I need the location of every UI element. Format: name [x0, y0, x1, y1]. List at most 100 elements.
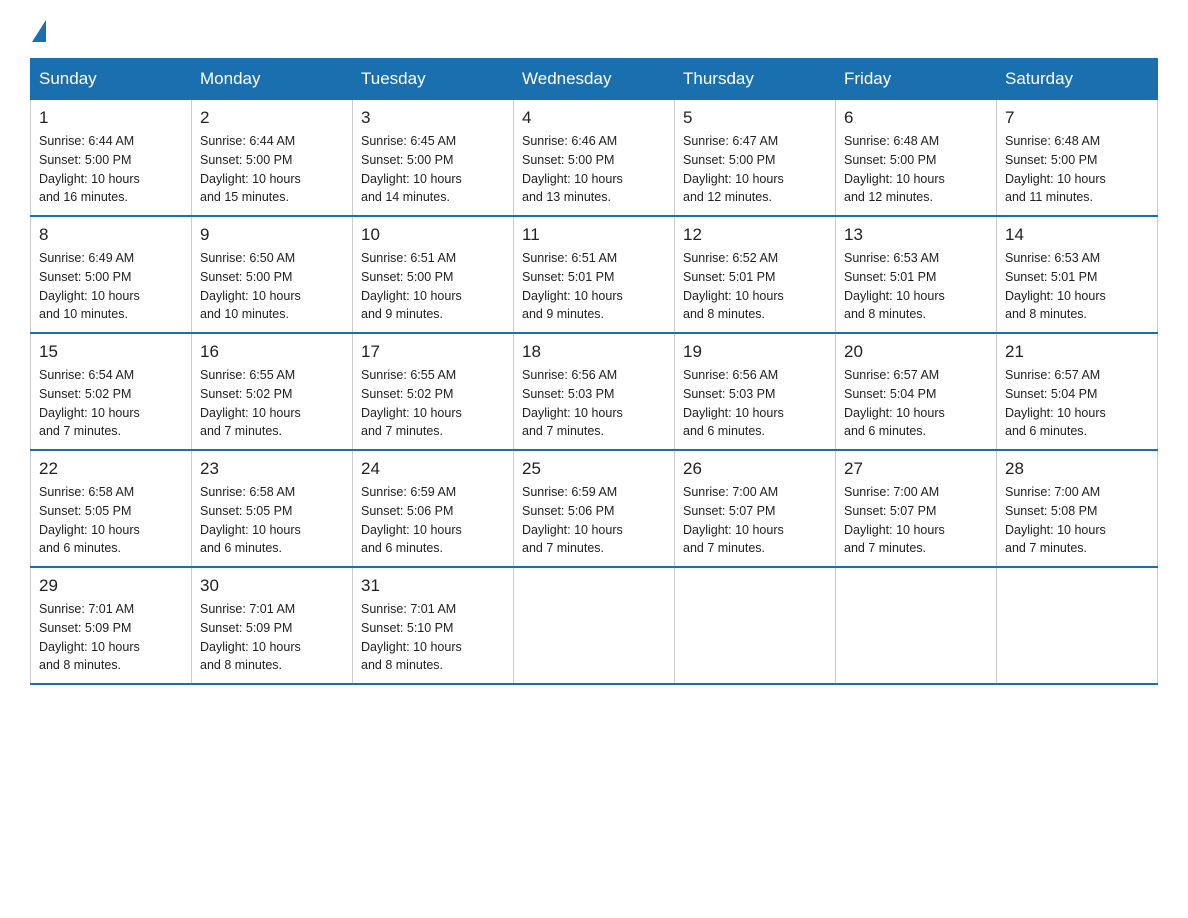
day-info: Sunrise: 6:53 AM Sunset: 5:01 PM Dayligh… [844, 249, 988, 324]
calendar-cell: 13 Sunrise: 6:53 AM Sunset: 5:01 PM Dayl… [836, 216, 997, 333]
day-number: 30 [200, 576, 344, 596]
day-number: 18 [522, 342, 666, 362]
day-info: Sunrise: 6:56 AM Sunset: 5:03 PM Dayligh… [683, 366, 827, 441]
calendar-cell: 11 Sunrise: 6:51 AM Sunset: 5:01 PM Dayl… [514, 216, 675, 333]
day-info: Sunrise: 7:00 AM Sunset: 5:07 PM Dayligh… [683, 483, 827, 558]
day-info: Sunrise: 6:47 AM Sunset: 5:00 PM Dayligh… [683, 132, 827, 207]
page-header [30, 20, 1158, 38]
calendar-cell [514, 567, 675, 684]
calendar-cell: 9 Sunrise: 6:50 AM Sunset: 5:00 PM Dayli… [192, 216, 353, 333]
day-number: 20 [844, 342, 988, 362]
calendar-cell: 15 Sunrise: 6:54 AM Sunset: 5:02 PM Dayl… [31, 333, 192, 450]
calendar-cell: 19 Sunrise: 6:56 AM Sunset: 5:03 PM Dayl… [675, 333, 836, 450]
day-number: 31 [361, 576, 505, 596]
calendar-cell: 16 Sunrise: 6:55 AM Sunset: 5:02 PM Dayl… [192, 333, 353, 450]
logo-block [30, 20, 46, 38]
calendar-cell [836, 567, 997, 684]
logo-triangle-icon [32, 20, 46, 42]
calendar-cell: 12 Sunrise: 6:52 AM Sunset: 5:01 PM Dayl… [675, 216, 836, 333]
day-number: 24 [361, 459, 505, 479]
calendar-cell: 4 Sunrise: 6:46 AM Sunset: 5:00 PM Dayli… [514, 100, 675, 217]
day-number: 25 [522, 459, 666, 479]
calendar-cell: 3 Sunrise: 6:45 AM Sunset: 5:00 PM Dayli… [353, 100, 514, 217]
calendar-cell: 7 Sunrise: 6:48 AM Sunset: 5:00 PM Dayli… [997, 100, 1158, 217]
day-info: Sunrise: 6:50 AM Sunset: 5:00 PM Dayligh… [200, 249, 344, 324]
day-info: Sunrise: 6:48 AM Sunset: 5:00 PM Dayligh… [844, 132, 988, 207]
day-number: 23 [200, 459, 344, 479]
calendar-cell: 23 Sunrise: 6:58 AM Sunset: 5:05 PM Dayl… [192, 450, 353, 567]
day-number: 3 [361, 108, 505, 128]
day-number: 5 [683, 108, 827, 128]
calendar-cell: 29 Sunrise: 7:01 AM Sunset: 5:09 PM Dayl… [31, 567, 192, 684]
calendar-cell: 8 Sunrise: 6:49 AM Sunset: 5:00 PM Dayli… [31, 216, 192, 333]
calendar-cell: 14 Sunrise: 6:53 AM Sunset: 5:01 PM Dayl… [997, 216, 1158, 333]
logo [30, 20, 46, 38]
day-number: 1 [39, 108, 183, 128]
day-info: Sunrise: 6:55 AM Sunset: 5:02 PM Dayligh… [361, 366, 505, 441]
calendar-header-row: SundayMondayTuesdayWednesdayThursdayFrid… [31, 59, 1158, 100]
calendar-cell: 17 Sunrise: 6:55 AM Sunset: 5:02 PM Dayl… [353, 333, 514, 450]
day-info: Sunrise: 6:45 AM Sunset: 5:00 PM Dayligh… [361, 132, 505, 207]
weekday-header-wednesday: Wednesday [514, 59, 675, 100]
calendar-cell: 30 Sunrise: 7:01 AM Sunset: 5:09 PM Dayl… [192, 567, 353, 684]
calendar-cell [675, 567, 836, 684]
day-number: 14 [1005, 225, 1149, 245]
calendar-cell: 25 Sunrise: 6:59 AM Sunset: 5:06 PM Dayl… [514, 450, 675, 567]
calendar-week-row: 29 Sunrise: 7:01 AM Sunset: 5:09 PM Dayl… [31, 567, 1158, 684]
calendar-cell: 20 Sunrise: 6:57 AM Sunset: 5:04 PM Dayl… [836, 333, 997, 450]
day-info: Sunrise: 6:44 AM Sunset: 5:00 PM Dayligh… [39, 132, 183, 207]
day-info: Sunrise: 6:54 AM Sunset: 5:02 PM Dayligh… [39, 366, 183, 441]
day-number: 2 [200, 108, 344, 128]
day-info: Sunrise: 6:55 AM Sunset: 5:02 PM Dayligh… [200, 366, 344, 441]
day-number: 8 [39, 225, 183, 245]
day-info: Sunrise: 6:59 AM Sunset: 5:06 PM Dayligh… [361, 483, 505, 558]
day-info: Sunrise: 6:56 AM Sunset: 5:03 PM Dayligh… [522, 366, 666, 441]
day-info: Sunrise: 6:52 AM Sunset: 5:01 PM Dayligh… [683, 249, 827, 324]
calendar-table: SundayMondayTuesdayWednesdayThursdayFrid… [30, 58, 1158, 685]
day-number: 13 [844, 225, 988, 245]
calendar-cell: 18 Sunrise: 6:56 AM Sunset: 5:03 PM Dayl… [514, 333, 675, 450]
day-info: Sunrise: 7:01 AM Sunset: 5:09 PM Dayligh… [39, 600, 183, 675]
calendar-cell [997, 567, 1158, 684]
day-number: 21 [1005, 342, 1149, 362]
day-number: 7 [1005, 108, 1149, 128]
calendar-cell: 6 Sunrise: 6:48 AM Sunset: 5:00 PM Dayli… [836, 100, 997, 217]
day-info: Sunrise: 6:59 AM Sunset: 5:06 PM Dayligh… [522, 483, 666, 558]
calendar-cell: 26 Sunrise: 7:00 AM Sunset: 5:07 PM Dayl… [675, 450, 836, 567]
calendar-cell: 22 Sunrise: 6:58 AM Sunset: 5:05 PM Dayl… [31, 450, 192, 567]
calendar-week-row: 1 Sunrise: 6:44 AM Sunset: 5:00 PM Dayli… [31, 100, 1158, 217]
day-number: 4 [522, 108, 666, 128]
calendar-cell: 5 Sunrise: 6:47 AM Sunset: 5:00 PM Dayli… [675, 100, 836, 217]
day-info: Sunrise: 7:00 AM Sunset: 5:08 PM Dayligh… [1005, 483, 1149, 558]
day-number: 26 [683, 459, 827, 479]
calendar-week-row: 22 Sunrise: 6:58 AM Sunset: 5:05 PM Dayl… [31, 450, 1158, 567]
day-number: 29 [39, 576, 183, 596]
weekday-header-tuesday: Tuesday [353, 59, 514, 100]
day-number: 11 [522, 225, 666, 245]
day-info: Sunrise: 6:51 AM Sunset: 5:00 PM Dayligh… [361, 249, 505, 324]
day-number: 6 [844, 108, 988, 128]
weekday-header-friday: Friday [836, 59, 997, 100]
weekday-header-saturday: Saturday [997, 59, 1158, 100]
calendar-cell: 21 Sunrise: 6:57 AM Sunset: 5:04 PM Dayl… [997, 333, 1158, 450]
day-number: 17 [361, 342, 505, 362]
day-info: Sunrise: 7:00 AM Sunset: 5:07 PM Dayligh… [844, 483, 988, 558]
day-info: Sunrise: 6:58 AM Sunset: 5:05 PM Dayligh… [39, 483, 183, 558]
day-info: Sunrise: 6:53 AM Sunset: 5:01 PM Dayligh… [1005, 249, 1149, 324]
day-number: 12 [683, 225, 827, 245]
day-info: Sunrise: 6:44 AM Sunset: 5:00 PM Dayligh… [200, 132, 344, 207]
day-number: 22 [39, 459, 183, 479]
day-info: Sunrise: 7:01 AM Sunset: 5:09 PM Dayligh… [200, 600, 344, 675]
calendar-cell: 31 Sunrise: 7:01 AM Sunset: 5:10 PM Dayl… [353, 567, 514, 684]
weekday-header-sunday: Sunday [31, 59, 192, 100]
day-number: 19 [683, 342, 827, 362]
day-number: 28 [1005, 459, 1149, 479]
day-number: 27 [844, 459, 988, 479]
calendar-cell: 10 Sunrise: 6:51 AM Sunset: 5:00 PM Dayl… [353, 216, 514, 333]
day-info: Sunrise: 6:57 AM Sunset: 5:04 PM Dayligh… [844, 366, 988, 441]
calendar-cell: 28 Sunrise: 7:00 AM Sunset: 5:08 PM Dayl… [997, 450, 1158, 567]
day-info: Sunrise: 6:48 AM Sunset: 5:00 PM Dayligh… [1005, 132, 1149, 207]
weekday-header-thursday: Thursday [675, 59, 836, 100]
day-info: Sunrise: 6:49 AM Sunset: 5:00 PM Dayligh… [39, 249, 183, 324]
calendar-week-row: 15 Sunrise: 6:54 AM Sunset: 5:02 PM Dayl… [31, 333, 1158, 450]
